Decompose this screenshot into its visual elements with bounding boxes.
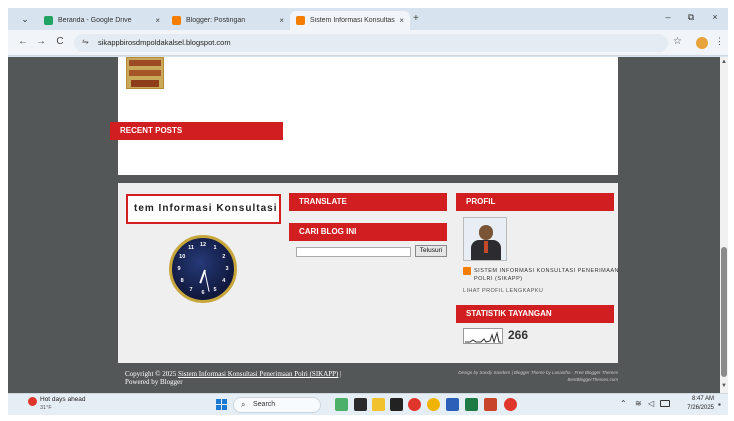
clock-numeral: 10 <box>179 254 186 260</box>
view-full-profile-link[interactable]: LIHAT PROFIL LENGKAPKU <box>463 288 543 294</box>
excel-icon[interactable] <box>465 398 478 411</box>
tab-close-icon[interactable]: × <box>279 16 284 25</box>
clock-numeral: 4 <box>222 278 226 284</box>
tray-overflow-icon[interactable]: ⌃ <box>620 399 627 408</box>
tab-title: Beranda - Google Drive <box>58 17 132 24</box>
back-arrow-icon[interactable]: ← <box>16 36 30 47</box>
chrome-icon[interactable] <box>427 398 440 411</box>
tab-close-icon[interactable]: × <box>399 16 404 25</box>
clock-numeral: 12 <box>199 242 207 248</box>
volume-icon[interactable]: ◁ <box>648 399 654 408</box>
tab-bar: ⌄ Beranda - Google Drive × Blogger: Post… <box>8 8 728 30</box>
more-menu-icon[interactable]: ⋮ <box>715 36 724 47</box>
blogger-icon <box>296 16 305 25</box>
recent-posts-heading: RECENT POSTS <box>110 122 283 140</box>
google-drive-icon <box>44 16 53 25</box>
blog-search-input[interactable] <box>296 247 411 257</box>
sparkline-graphic <box>465 331 501 344</box>
page-scrollbar[interactable]: ▲ ▼ <box>720 57 728 393</box>
toolbar: ← → C ⇋ sikappbirosdmpoldakalsel.blogspo… <box>8 30 728 56</box>
scroll-down-arrow-icon[interactable]: ▼ <box>720 383 728 389</box>
clock-numeral: 6 <box>201 290 205 296</box>
marquee-text: tem Informasi Konsultasi <box>134 203 278 214</box>
tab-close-icon[interactable]: × <box>155 16 160 25</box>
clock-numeral: 3 <box>225 266 229 272</box>
task-view-icon[interactable] <box>354 398 367 411</box>
main-content-panel <box>118 57 618 175</box>
footer-widgets-panel: tem Informasi Konsultasi 12 1 2 3 4 5 6 7 8 9 10 11… <box>118 183 619 363</box>
windows-start-icon[interactable] <box>216 399 227 410</box>
scroll-up-arrow-icon[interactable]: ▲ <box>720 59 728 65</box>
close-window-button[interactable]: × <box>708 12 722 22</box>
minimize-button[interactable]: – <box>661 12 675 22</box>
url-text[interactable]: sikappbirosdmpoldakalsel.blogspot.com <box>98 38 231 47</box>
reload-icon[interactable]: C <box>53 36 67 47</box>
page-views-heading: STATISTIK TAYANGAN <box>456 305 614 323</box>
profile-name-link[interactable]: SISTEM INFORMASI KONSULTASI PENERIMAAN P… <box>474 267 619 283</box>
bookmark-star-icon[interactable]: ☆ <box>673 36 682 47</box>
copyright-text: Copyright © 2025 Sistem Informasi Konsul… <box>125 370 342 378</box>
opera-icon[interactable] <box>408 398 421 411</box>
tab-search-icon[interactable]: ⌄ <box>18 12 32 26</box>
restore-button[interactable]: ⧉ <box>684 12 698 23</box>
powerpoint-icon[interactable] <box>484 398 497 411</box>
search-button[interactable]: Telusuri <box>415 245 447 257</box>
theme-credits[interactable]: Design by Sandy Sanders | Blogger Theme … <box>418 370 618 375</box>
blogger-icon <box>172 16 181 25</box>
taskbar-date[interactable]: 7/26/2025 <box>674 405 714 411</box>
clock-numeral: 1 <box>213 245 217 252</box>
weather-title[interactable]: Hot days ahead <box>40 396 86 403</box>
app-icon[interactable] <box>390 398 403 411</box>
battery-icon[interactable] <box>660 400 670 407</box>
scroll-thumb[interactable] <box>721 247 727 377</box>
tab-google-drive[interactable]: Beranda - Google Drive × <box>38 11 166 30</box>
tab-title: Sistem Informasi Konsultasi Pen <box>310 17 396 24</box>
forward-arrow-icon[interactable]: → <box>34 36 48 47</box>
widgets-icon[interactable] <box>335 398 348 411</box>
tab-title: Blogger: Postingan <box>186 17 246 24</box>
file-explorer-icon[interactable] <box>372 398 385 411</box>
clock-numeral: 2 <box>222 254 226 260</box>
clock-numeral: 8 <box>180 278 184 284</box>
windows-taskbar: Hot days ahead 31°F ⌕ Search ⌃ ≋ ◁ 8:47 … <box>8 393 728 415</box>
clock-numeral: 5 <box>213 286 217 293</box>
wifi-icon[interactable]: ≋ <box>635 399 642 408</box>
clock-numeral: 9 <box>177 266 181 272</box>
clock-hand <box>204 270 210 292</box>
weather-icon[interactable] <box>28 397 37 406</box>
clock-numeral: 7 <box>189 286 193 293</box>
taskbar-time[interactable]: 8:47 AM <box>680 396 714 402</box>
screen: ⌄ Beranda - Google Drive × Blogger: Post… <box>8 8 728 415</box>
clock-numeral: 11 <box>188 245 194 252</box>
analog-clock: 12 1 2 3 4 5 6 7 8 9 10 11 <box>169 235 237 303</box>
notification-icon[interactable]: ▪ <box>718 400 721 409</box>
marquee-text-box: tem Informasi Konsultasi <box>126 194 281 224</box>
new-tab-button[interactable]: + <box>413 13 419 24</box>
page-viewport: RECENT POSTS tem Informasi Konsultasi 12… <box>8 57 728 393</box>
theme-credits-site[interactable]: BestBloggerThemes.com <box>418 377 618 382</box>
profile-photo[interactable] <box>463 217 507 261</box>
profile-heading: PROFIL <box>456 193 614 211</box>
sikapp-logo-image[interactable] <box>126 57 164 89</box>
page-views-count: 266 <box>508 328 529 342</box>
tab-sikapp[interactable]: Sistem Informasi Konsultasi Pen × <box>290 11 410 30</box>
search-icon: ⌕ <box>241 400 246 409</box>
taskbar-search-label: Search <box>253 401 276 408</box>
address-bar[interactable]: ⇋ sikappbirosdmpoldakalsel.blogspot.com <box>74 34 668 52</box>
weather-temperature[interactable]: 31°F <box>40 405 52 411</box>
profile-icon[interactable] <box>696 37 708 49</box>
powered-by-blogger-link[interactable]: Powered by Blogger <box>125 378 183 386</box>
tab-blogger-postingan[interactable]: Blogger: Postingan × <box>166 11 290 30</box>
site-settings-icon[interactable]: ⇋ <box>82 37 89 46</box>
page-views-sparkline <box>463 328 503 344</box>
search-blog-heading: CARI BLOG INI <box>289 223 447 241</box>
blogger-icon <box>463 267 471 275</box>
copyright-blog-link[interactable]: Sistem Informasi Konsultasi Penerimaan P… <box>178 370 338 378</box>
word-icon[interactable] <box>446 398 459 411</box>
translate-heading: TRANSLATE <box>289 193 447 211</box>
chrome-profile-icon[interactable] <box>504 398 517 411</box>
taskbar-search[interactable]: ⌕ Search <box>233 397 321 413</box>
